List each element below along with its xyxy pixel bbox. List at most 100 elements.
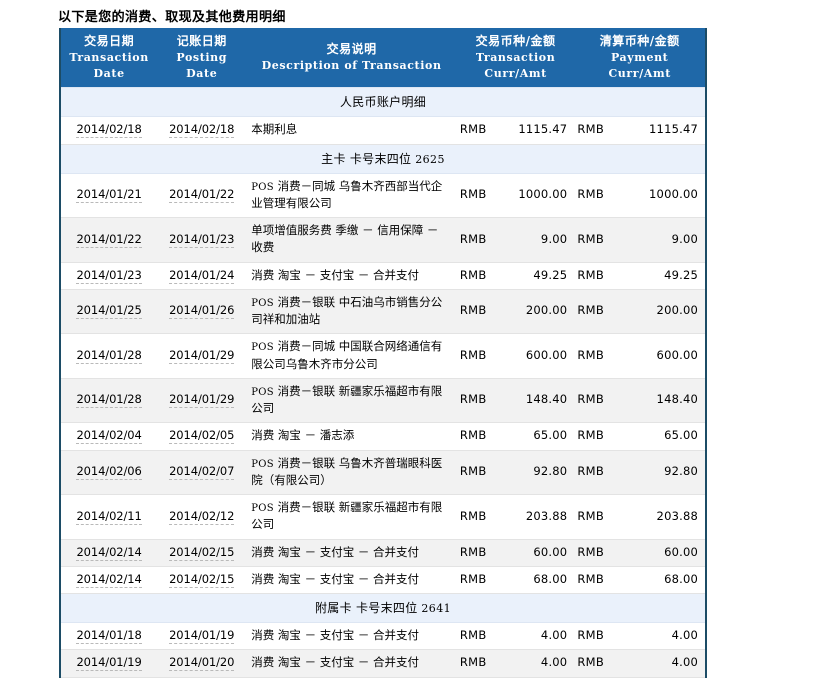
page-title: 以下是您的消费、取现及其他费用明细 [58, 10, 286, 25]
table-row: 2014/02/14 2014/02/15 消费 淘宝 － 支付宝 － 合并支付 RM… [60, 539, 706, 567]
table-row: 2014/02/18 2014/02/18 本期利息 RMB 1115.47 RMB 111… [60, 116, 706, 145]
cell-transaction-amount: 148.40 [491, 378, 575, 424]
cell-description-text: 消费－银联 新疆家乐福超市有限公司 [251, 500, 443, 532]
column-header-transaction-amount-en1: Transaction [475, 51, 556, 65]
cell-payment-currency: RMB [574, 217, 611, 263]
cell-description-text: 消费 淘宝 － 支付宝 － 合并支付 [251, 267, 420, 282]
pos-tag-label: POS [251, 386, 274, 398]
table-row: 2014/02/14 2014/02/15 消费 淘宝 － 支付宝 － 合并支付 RM… [60, 566, 706, 595]
table-row: 2014/02/04 2014/02/05 消费 淘宝 － 潘志添 RMB 65.00 R… [60, 422, 706, 451]
statement-page: 以下是您的消费、取现及其他费用明细 交易日期 Transaction Date … [0, 0, 824, 678]
column-header-description: 交易说明 Description of Transaction [246, 28, 457, 88]
cell-transaction-date-value: 2014/01/19 [76, 655, 142, 672]
cell-payment-amount: 4.00 [610, 649, 706, 678]
cell-posting-date-value: 2014/01/26 [169, 303, 235, 320]
cell-payment-amount: 200.00 [610, 289, 706, 335]
cell-posting-date-value: 2014/01/24 [169, 267, 235, 284]
cell-description: 消费 淘宝 － 支付宝 － 合并支付 [246, 622, 457, 651]
cell-transaction-amount: 203.88 [491, 494, 575, 540]
cell-payment-currency: RMB [574, 333, 611, 379]
cell-description: 消费 淘宝 － 支付宝 － 合并支付 [246, 262, 457, 290]
cell-description: POS 消费－同城 乌鲁木齐西部当代企业管理有限公司 [246, 173, 457, 218]
cell-posting-date-value: 2014/01/23 [169, 231, 235, 248]
cell-transaction-date: 2014/01/28 [60, 333, 158, 379]
cell-transaction-currency: RMB [456, 378, 492, 424]
cell-payment-amount: 1115.47 [610, 116, 706, 145]
cell-payment-amount: 65.00 [610, 422, 706, 451]
cell-transaction-amount: 92.80 [491, 450, 575, 495]
cell-payment-amount: 92.80 [610, 450, 706, 495]
column-header-transaction-amount-en2: Curr/Amt [484, 66, 547, 80]
column-header-payment-amount-cn: 清算币种/金额 [599, 34, 680, 48]
pos-tag-label: POS [251, 342, 274, 354]
column-header-payment-amount-en1: Payment [610, 51, 669, 65]
table-row: 2014/01/23 2014/01/24 消费 淘宝 － 支付宝 － 合并支付 RM… [60, 262, 706, 290]
cell-description-text: 消费－银联 中石油乌市销售分公司祥和加油站 [251, 294, 443, 326]
cell-transaction-amount: 1115.47 [491, 116, 575, 145]
transaction-table-container: 交易日期 Transaction Date 记账日期 Posting Date … [59, 28, 707, 678]
cell-posting-date: 2014/02/12 [157, 494, 247, 540]
cell-description: POS 消费－银联 新疆家乐福超市有限公司 [246, 378, 457, 424]
column-header-transaction-date-en2: Date [93, 66, 125, 80]
cell-posting-date-value: 2014/01/29 [169, 347, 235, 364]
section-card-number: 2625 [411, 152, 445, 166]
cell-transaction-amount: 60.00 [491, 539, 575, 567]
table-row: 2014/02/11 2014/02/12 POS 消费－银联 新疆家乐福超市有限公… [60, 494, 706, 540]
cell-posting-date: 2014/01/29 [157, 378, 247, 424]
cell-transaction-currency: RMB [456, 494, 492, 540]
cell-posting-date-value: 2014/02/18 [169, 122, 235, 139]
cell-description: POS 消费－银联 中石油乌市销售分公司祥和加油站 [246, 289, 457, 335]
cell-description-text: 消费 淘宝 － 支付宝 － 合并支付 [251, 571, 420, 586]
cell-payment-currency: RMB [574, 378, 611, 424]
cell-description: POS 消费－银联 新疆家乐福超市有限公司 [246, 494, 457, 540]
section-card-number: 2641 [417, 602, 451, 615]
cell-posting-date: 2014/02/15 [157, 539, 247, 567]
cell-payment-currency: RMB [574, 566, 611, 595]
column-header-payment-amount-en2: Curr/Amt [608, 66, 671, 80]
cell-transaction-currency: RMB [456, 566, 492, 595]
cell-posting-date: 2014/02/07 [157, 450, 247, 495]
cell-transaction-amount: 68.00 [491, 566, 575, 595]
cell-payment-amount: 1000.00 [610, 173, 706, 218]
cell-posting-date: 2014/02/18 [157, 116, 247, 145]
column-header-posting-date-en2: Date [186, 66, 218, 80]
cell-description-text: 消费 淘宝 － 潘志添 [251, 428, 355, 443]
cell-description-text: 本期利息 [251, 122, 298, 137]
cell-posting-date-value: 2014/01/19 [169, 628, 235, 644]
cell-transaction-currency: RMB [456, 217, 492, 263]
cell-description: 消费 淘宝 － 支付宝 － 合并支付 [246, 539, 457, 567]
column-header-transaction-date: 交易日期 Transaction Date [60, 28, 158, 88]
cell-transaction-date-value: 2014/01/28 [76, 347, 142, 364]
cell-description-text: 消费－银联 新疆家乐福超市有限公司 [251, 383, 443, 415]
cell-description-text: 消费 淘宝 － 支付宝 － 合并支付 [251, 628, 420, 642]
cell-transaction-date-value: 2014/02/06 [76, 464, 142, 481]
cell-payment-currency: RMB [574, 539, 611, 567]
cell-transaction-amount: 9.00 [491, 217, 575, 263]
cell-posting-date: 2014/01/29 [157, 333, 247, 379]
column-header-transaction-date-cn: 交易日期 [84, 34, 135, 48]
cell-transaction-date-value: 2014/01/21 [76, 187, 142, 204]
column-header-posting-date-cn: 记账日期 [176, 34, 227, 48]
table-row: 2014/01/28 2014/01/29 POS 消费－同城 中国联合网络通信有限… [60, 333, 706, 379]
cell-transaction-date: 2014/02/14 [60, 539, 158, 567]
cell-payment-amount: 148.40 [610, 378, 706, 424]
cell-transaction-currency: RMB [456, 622, 492, 651]
cell-posting-date: 2014/01/24 [157, 262, 247, 290]
cell-payment-amount: 68.00 [610, 566, 706, 595]
section-header-row: 人民币账户明细 [60, 87, 706, 118]
column-header-posting-date: 记账日期 Posting Date [157, 28, 247, 88]
cell-transaction-date: 2014/01/23 [60, 262, 158, 290]
cell-payment-amount: 60.00 [610, 539, 706, 567]
cell-description-text: 消费－银联 乌鲁木齐普瑞眼科医院（有限公司） [251, 455, 443, 487]
pos-tag-label: POS [251, 458, 274, 470]
cell-posting-date-value: 2014/01/22 [169, 187, 235, 204]
cell-description-text: 消费－同城 中国联合网络通信有限公司乌鲁木齐市分公司 [251, 339, 443, 371]
cell-transaction-amount: 600.00 [491, 333, 575, 379]
cell-posting-date-value: 2014/02/07 [169, 464, 235, 481]
cell-transaction-currency: RMB [456, 649, 492, 678]
column-header-transaction-date-en1: Transaction [69, 51, 149, 65]
cell-payment-currency: RMB [574, 116, 611, 145]
cell-transaction-date: 2014/02/11 [60, 494, 158, 540]
cell-transaction-date-value: 2014/02/14 [76, 544, 142, 561]
cell-payment-amount: 600.00 [610, 333, 706, 379]
